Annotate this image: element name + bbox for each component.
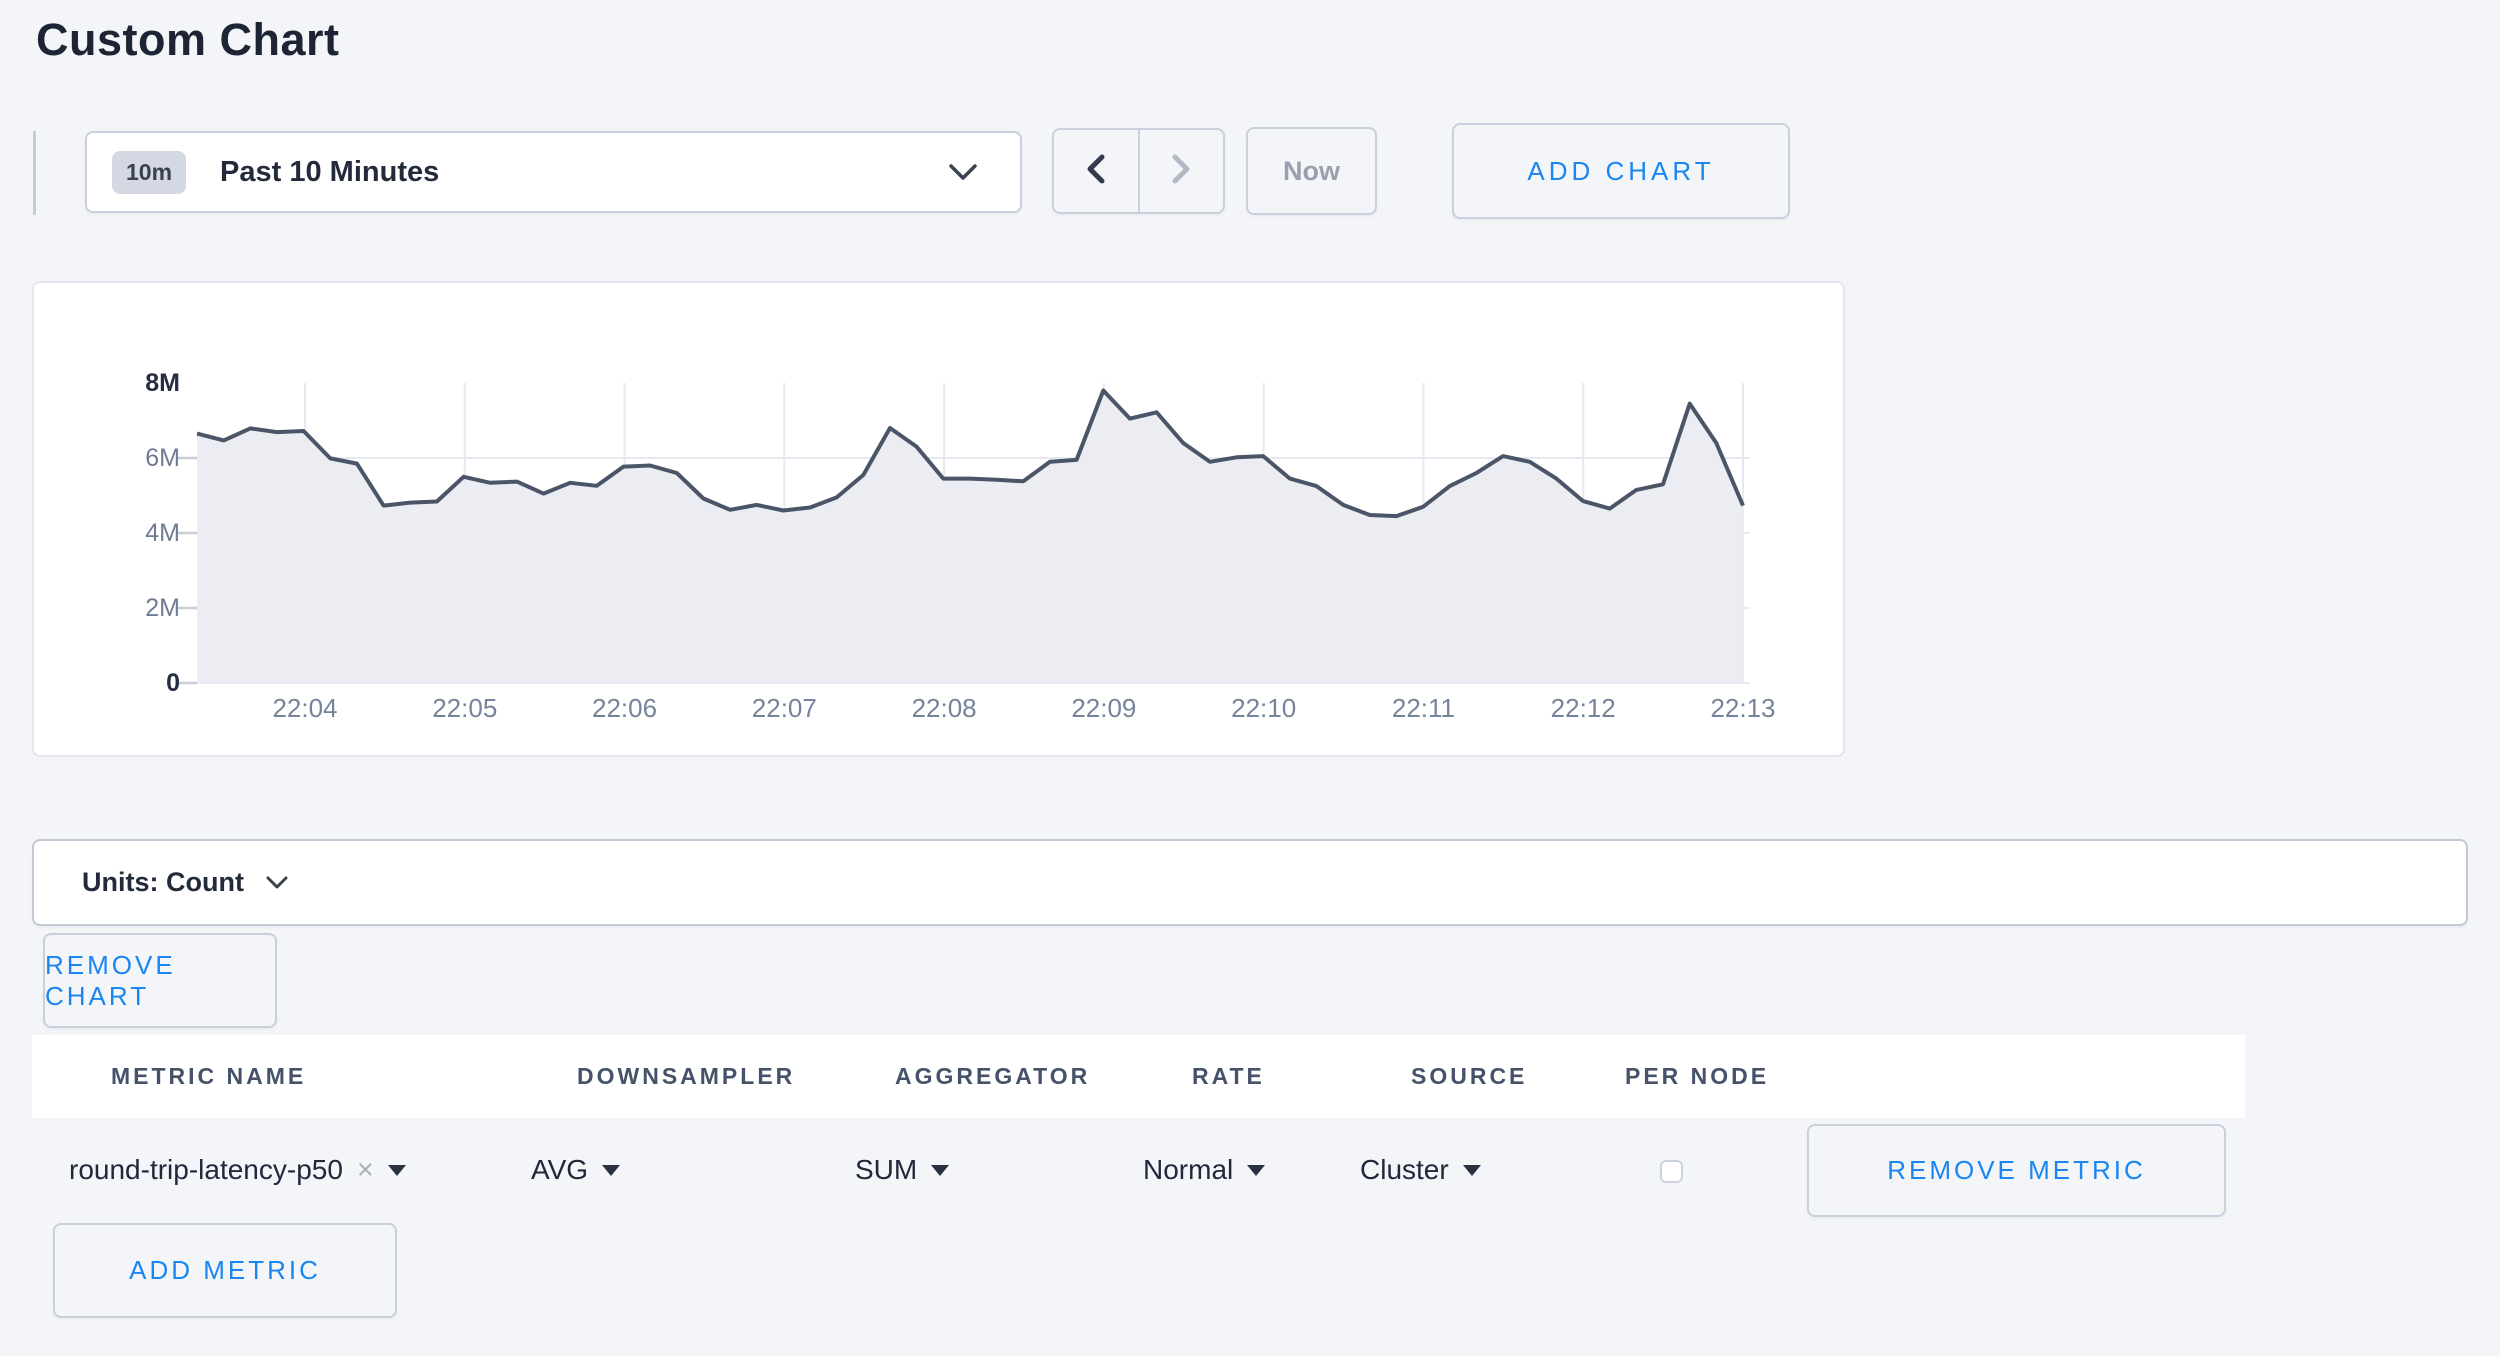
per-node-checkbox[interactable] bbox=[1660, 1160, 1683, 1183]
col-header-metric-name: METRIC NAME bbox=[111, 1035, 306, 1118]
add-metric-button[interactable]: ADD METRIC bbox=[53, 1223, 397, 1318]
caret-down-icon bbox=[388, 1165, 406, 1176]
caret-down-icon bbox=[1463, 1165, 1481, 1176]
custom-chart-page: Custom Chart 10m Past 10 Minutes Now ADD… bbox=[0, 0, 2500, 1356]
chevron-down-icon bbox=[264, 874, 290, 891]
page-title: Custom Chart bbox=[36, 14, 340, 66]
aggregator-select[interactable]: SUM bbox=[855, 1144, 949, 1196]
x-tick-label: 22:04 bbox=[245, 693, 365, 723]
y-tick-label: 2M bbox=[92, 592, 180, 624]
col-header-aggregator: AGGREGATOR bbox=[895, 1035, 1090, 1118]
x-tick-label: 22:12 bbox=[1523, 693, 1643, 723]
y-tick-label: 0 bbox=[92, 667, 180, 699]
time-window-badge: 10m bbox=[112, 151, 186, 194]
source-select[interactable]: Cluster bbox=[1360, 1144, 1481, 1196]
x-tick-label: 22:10 bbox=[1204, 693, 1324, 723]
add-chart-button[interactable]: ADD CHART bbox=[1452, 123, 1790, 219]
col-header-rate: RATE bbox=[1192, 1035, 1265, 1118]
x-tick-label: 22:09 bbox=[1044, 693, 1164, 723]
x-tick-label: 22:11 bbox=[1363, 693, 1483, 723]
rate-select[interactable]: Normal bbox=[1143, 1144, 1265, 1196]
time-window-label: Past 10 Minutes bbox=[220, 156, 439, 189]
x-tick-label: 22:06 bbox=[565, 693, 685, 723]
y-tick-label: 8M bbox=[92, 367, 180, 399]
x-tick-label: 22:05 bbox=[405, 693, 525, 723]
time-nav-group bbox=[1052, 128, 1225, 214]
col-header-downsampler: DOWNSAMPLER bbox=[577, 1035, 795, 1118]
col-header-source: SOURCE bbox=[1411, 1035, 1527, 1118]
remove-metric-button[interactable]: REMOVE METRIC bbox=[1807, 1124, 2226, 1217]
col-header-per-node: PER NODE bbox=[1625, 1035, 1769, 1118]
x-tick-label: 22:13 bbox=[1683, 693, 1803, 723]
metrics-table-header: METRIC NAME DOWNSAMPLER AGGREGATOR RATE … bbox=[32, 1035, 2245, 1118]
timeseries-svg bbox=[34, 283, 1843, 755]
prev-time-button[interactable] bbox=[1054, 130, 1140, 212]
chevron-down-icon bbox=[946, 161, 980, 183]
units-dropdown[interactable]: Units: Count bbox=[32, 839, 2468, 926]
chevron-left-icon bbox=[1082, 152, 1110, 191]
downsampler-select[interactable]: AVG bbox=[531, 1144, 620, 1196]
metric-name-value: round-trip-latency-p50 bbox=[69, 1154, 343, 1186]
x-tick-label: 22:07 bbox=[724, 693, 844, 723]
y-tick-label: 6M bbox=[92, 442, 180, 474]
aggregator-value: SUM bbox=[855, 1154, 917, 1186]
caret-down-icon bbox=[602, 1165, 620, 1176]
rate-value: Normal bbox=[1143, 1154, 1233, 1186]
chart-card: 8M 6M 4M 2M 0 22:04 22:05 22:06 22:07 22:08 22:09… bbox=[32, 281, 1845, 757]
next-time-button[interactable] bbox=[1140, 130, 1224, 212]
units-label: Units: Count bbox=[82, 867, 244, 898]
x-tick-label: 22:08 bbox=[884, 693, 1004, 723]
remove-chart-button[interactable]: REMOVE CHART bbox=[43, 933, 277, 1028]
divider bbox=[33, 131, 36, 215]
y-tick-label: 4M bbox=[92, 517, 180, 549]
time-window-picker[interactable]: 10m Past 10 Minutes bbox=[85, 131, 1022, 213]
downsampler-value: AVG bbox=[531, 1154, 588, 1186]
now-button[interactable]: Now bbox=[1246, 127, 1377, 215]
metric-name-select[interactable]: round-trip-latency-p50 × bbox=[69, 1144, 406, 1196]
clear-metric-icon[interactable]: × bbox=[357, 1154, 374, 1187]
chevron-right-icon bbox=[1167, 152, 1195, 191]
caret-down-icon bbox=[1247, 1165, 1265, 1176]
source-value: Cluster bbox=[1360, 1154, 1449, 1186]
caret-down-icon bbox=[931, 1165, 949, 1176]
